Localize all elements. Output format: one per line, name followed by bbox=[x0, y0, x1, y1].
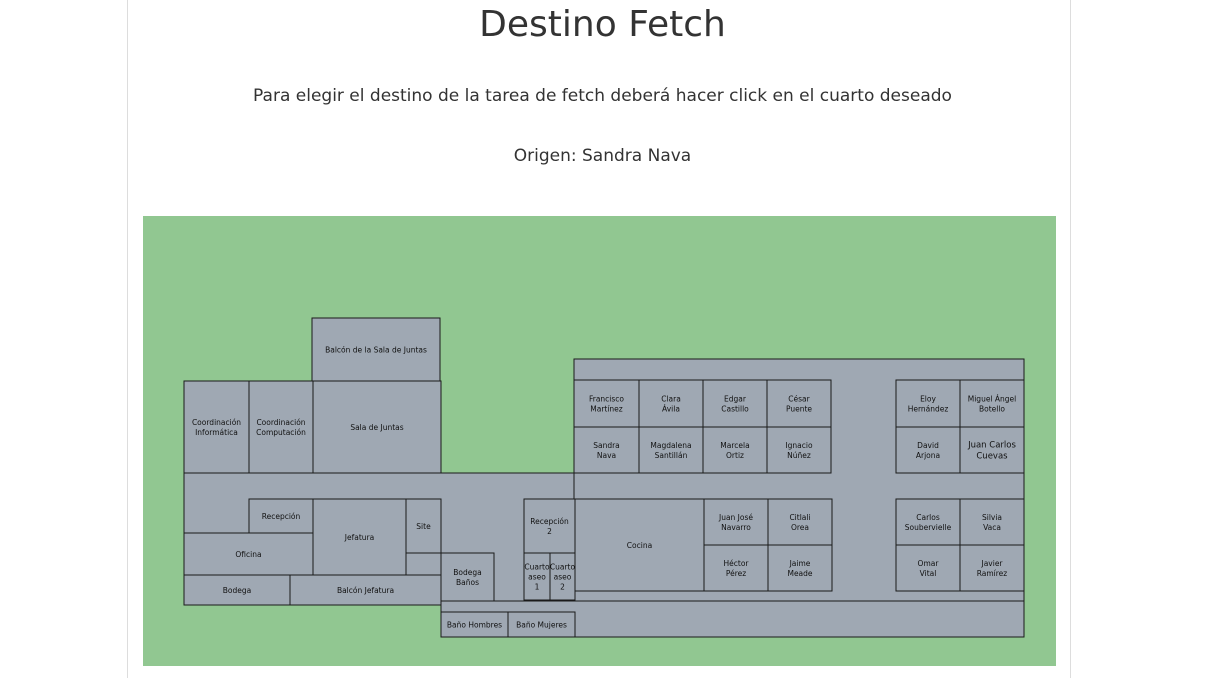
floor-plan-map: Balcón de la Sala de Juntas Coordinación I… bbox=[143, 216, 1056, 666]
room-bano-hombres[interactable]: Baño Hombres bbox=[440, 611, 509, 638]
room-bodega[interactable]: Bodega bbox=[183, 574, 291, 606]
room-coord-informatica[interactable]: CoordinaciónInformática bbox=[183, 380, 250, 474]
room-balcon-jefatura[interactable]: Balcón Jefatura bbox=[289, 574, 442, 606]
instruction-text: Para elegir el destino de la tarea de fe… bbox=[253, 86, 952, 106]
room-omar[interactable]: OmarVital bbox=[895, 544, 961, 592]
room-balcon-sala-juntas[interactable]: Balcón de la Sala de Juntas bbox=[311, 317, 441, 382]
room-oficina[interactable]: Oficina bbox=[183, 532, 314, 576]
room-jefatura[interactable]: Jefatura bbox=[312, 498, 407, 576]
room-sandra[interactable]: SandraNava bbox=[573, 426, 640, 474]
origin-text: Origen: Sandra Nava bbox=[513, 146, 692, 166]
room-juan-jose[interactable]: Juan JoséNavarro bbox=[703, 498, 769, 546]
room-cuarto-aseo2[interactable]: Cuartoaseo2 bbox=[549, 552, 576, 601]
room-edgar[interactable]: EdgarCastillo bbox=[702, 379, 768, 428]
room-cocina[interactable]: Cocina bbox=[574, 498, 705, 592]
room-magdalena[interactable]: MagdalenaSantillán bbox=[638, 426, 704, 474]
room-cesar[interactable]: CésarPuente bbox=[766, 379, 832, 428]
room-bodega-banos[interactable]: BodegaBaños bbox=[440, 552, 495, 602]
room-hector[interactable]: HéctorPérez bbox=[703, 544, 769, 592]
room-francisco[interactable]: FranciscoMartínez bbox=[573, 379, 640, 428]
room-sala-juntas[interactable]: Sala de Juntas bbox=[312, 380, 442, 474]
room-marcela[interactable]: MarcelaOrtiz bbox=[702, 426, 768, 474]
room-carlos[interactable]: CarlosSoubervielle bbox=[895, 498, 961, 546]
room-cuarto-aseo1[interactable]: Cuartoaseo1 bbox=[523, 552, 551, 601]
room-recepcion[interactable]: Recepción bbox=[248, 498, 314, 534]
room-coord-computacion[interactable]: CoordinaciónComputación bbox=[248, 380, 314, 474]
room-jaime[interactable]: JaimeMeade bbox=[767, 544, 833, 592]
room-javier[interactable]: JavierRamírez bbox=[959, 544, 1025, 592]
room-miguel[interactable]: Miguel ÁngelBotello bbox=[959, 379, 1025, 428]
floor-plan-svg: Balcón de la Sala de Juntas CoordinaciónI… bbox=[183, 317, 1025, 638]
room-recepcion2[interactable]: Recepción2 bbox=[523, 498, 576, 554]
room-juan-carlos[interactable]: Juan CarlosCuevas bbox=[959, 426, 1025, 474]
room-site[interactable]: Site bbox=[405, 498, 442, 554]
room-eloy[interactable]: EloyHernández bbox=[895, 379, 961, 428]
room-ignacio[interactable]: IgnacioNúñez bbox=[766, 426, 832, 474]
page-title: Destino Fetch bbox=[479, 4, 726, 45]
room-silvia[interactable]: SilviaVaca bbox=[959, 498, 1025, 546]
room-bano-mujeres[interactable]: Baño Mujeres bbox=[507, 611, 576, 638]
room-clara[interactable]: ClaraÁvila bbox=[638, 379, 704, 428]
room-citlali[interactable]: CitlaliOrea bbox=[767, 498, 833, 546]
room-david[interactable]: DavidArjona bbox=[895, 426, 961, 474]
